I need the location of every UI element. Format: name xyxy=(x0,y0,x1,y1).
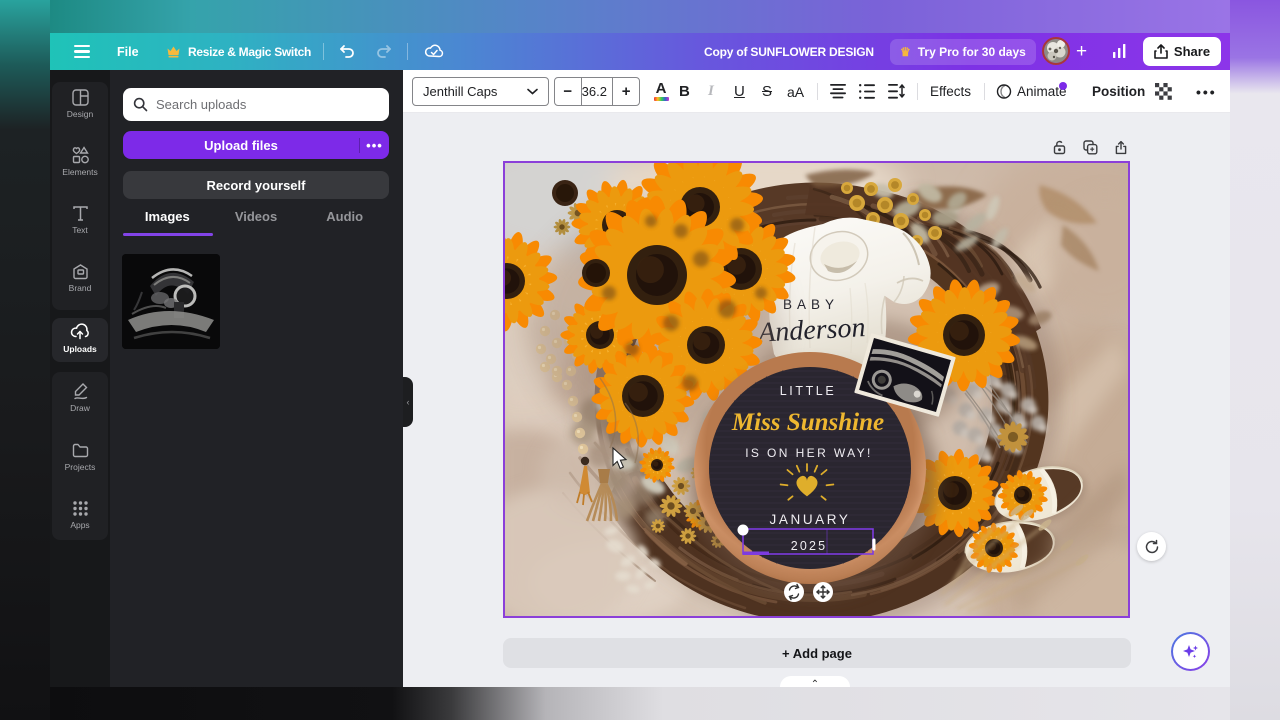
svg-text:JANUARY: JANUARY xyxy=(770,512,851,527)
svg-text:LITTLE: LITTLE xyxy=(780,384,837,398)
svg-text:IS ON HER WAY!: IS ON HER WAY! xyxy=(745,446,873,460)
svg-text:Miss Sunshine: Miss Sunshine xyxy=(731,409,884,436)
svg-text:BABY: BABY xyxy=(783,297,839,312)
svg-text:2025: 2025 xyxy=(791,539,828,553)
